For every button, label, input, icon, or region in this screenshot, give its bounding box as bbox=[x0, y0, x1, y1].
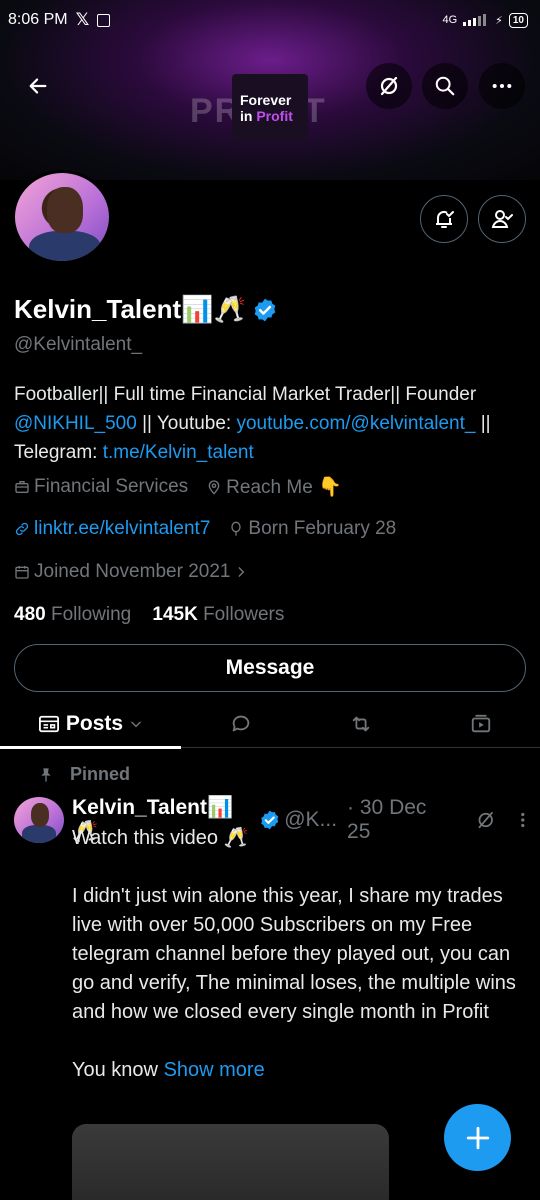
balloon-icon bbox=[231, 521, 242, 536]
banner-logo: Forever in Profit bbox=[232, 74, 308, 142]
followers-label: Followers bbox=[203, 604, 285, 625]
location-pin-icon bbox=[208, 480, 220, 495]
profile-stats: 480 Following 145K Followers bbox=[14, 604, 284, 626]
avatar-body-shape bbox=[29, 231, 101, 261]
more-options-button[interactable] bbox=[479, 63, 525, 109]
message-button[interactable]: Message bbox=[14, 644, 526, 692]
signal-icon bbox=[463, 14, 489, 26]
grok-button[interactable] bbox=[366, 63, 412, 109]
following-status-button[interactable] bbox=[478, 195, 526, 243]
media-icon bbox=[471, 714, 490, 732]
avatar-face-shape bbox=[47, 187, 83, 233]
person-check-icon bbox=[491, 210, 513, 228]
repost-icon bbox=[352, 716, 370, 731]
chevron-down-icon bbox=[131, 721, 141, 727]
banner-logo-in: in bbox=[240, 108, 253, 124]
following-link[interactable]: 480 Following bbox=[14, 604, 131, 625]
arrow-left-icon bbox=[29, 78, 47, 94]
bell-check-icon bbox=[436, 211, 454, 228]
bio-text-2: || Youtube: bbox=[136, 413, 237, 434]
post-avatar-face-shape bbox=[31, 803, 49, 827]
compose-post-button[interactable] bbox=[444, 1104, 511, 1171]
link-icon bbox=[15, 522, 29, 536]
post-text: Watch this video 🥂 I didn't just win alo… bbox=[72, 827, 516, 1081]
post-author-avatar[interactable] bbox=[14, 797, 64, 843]
plus-icon bbox=[466, 1126, 489, 1149]
tab-reposts[interactable] bbox=[301, 700, 421, 748]
bio-telegram-link[interactable]: t.me/Kelvin_talent bbox=[103, 442, 254, 463]
profile-joined-row[interactable]: Joined November 2021 bbox=[14, 561, 248, 583]
profile-handle: @Kelvintalent_ bbox=[14, 334, 143, 355]
profile-joined: Joined November 2021 bbox=[34, 561, 231, 582]
notification-icon bbox=[97, 13, 111, 27]
tab-posts-label: Posts bbox=[65, 711, 124, 735]
pinned-label: Pinned bbox=[70, 764, 131, 784]
tab-posts[interactable]: Posts bbox=[0, 700, 181, 749]
profile-location: Reach Me 👇 bbox=[226, 477, 342, 498]
bio-text-1: Footballer|| Full time Financial Market … bbox=[14, 384, 477, 405]
grok-icon bbox=[380, 76, 398, 96]
briefcase-icon bbox=[15, 481, 29, 493]
show-more-link[interactable]: Show more bbox=[164, 1059, 265, 1081]
search-icon bbox=[435, 76, 455, 96]
search-button[interactable] bbox=[422, 63, 468, 109]
banner-logo-profit: Profit bbox=[256, 108, 293, 124]
reply-bubble-icon bbox=[232, 715, 250, 731]
following-label: Following bbox=[50, 604, 132, 625]
following-count: 480 bbox=[14, 604, 46, 625]
bio-youtube-link[interactable]: youtube.com/@kelvintalent_ bbox=[236, 413, 475, 434]
profile-meta-row-2: linktr.ee/kelvintalent7 Born February 28 bbox=[14, 518, 396, 540]
followers-count: 145K bbox=[152, 604, 198, 625]
post-media-preview[interactable] bbox=[72, 1124, 389, 1200]
calendar-icon bbox=[15, 566, 29, 579]
charging-icon: ⚡ bbox=[495, 14, 503, 27]
banner-logo-line1: Forever bbox=[240, 92, 292, 108]
pinned-indicator: Pinned bbox=[38, 764, 130, 785]
more-horizontal-icon bbox=[492, 83, 512, 89]
status-bar: 8:06 PM 𝕏 4G ⚡ 10 bbox=[0, 0, 540, 40]
followers-link[interactable]: 145K Followers bbox=[152, 604, 284, 625]
profile-name: Kelvin_Talent📊🥂 bbox=[14, 294, 246, 324]
pin-icon bbox=[41, 767, 51, 782]
battery-level: 10 bbox=[508, 12, 528, 28]
profile-category: Financial Services bbox=[34, 476, 189, 497]
profile-website-link[interactable]: linktr.ee/kelvintalent7 bbox=[34, 518, 210, 540]
posts-icon bbox=[38, 715, 59, 732]
profile-name-row: Kelvin_Talent📊🥂 bbox=[14, 294, 278, 325]
bio-mention-link[interactable]: @NIKHIL_500 bbox=[14, 413, 137, 434]
x-app-icon: 𝕏 bbox=[75, 10, 90, 29]
tab-media[interactable] bbox=[421, 700, 540, 748]
post-body: Watch this video 🥂 I didn't just win alo… bbox=[72, 824, 522, 1085]
tab-replies[interactable] bbox=[181, 700, 301, 748]
chevron-right-icon bbox=[239, 567, 245, 577]
profile-tabs: Posts bbox=[0, 700, 540, 749]
profile-meta-row-1: Financial Services Reach Me 👇 bbox=[14, 475, 342, 499]
profile-bio: Footballer|| Full time Financial Market … bbox=[14, 380, 530, 467]
network-type: 4G bbox=[442, 14, 458, 26]
status-time: 8:06 PM bbox=[8, 11, 68, 28]
post-avatar-body-shape bbox=[22, 825, 56, 843]
profile-avatar[interactable] bbox=[12, 170, 112, 264]
profile-birthday: Born February 28 bbox=[248, 518, 397, 539]
back-button[interactable] bbox=[15, 63, 61, 109]
verified-badge-icon bbox=[254, 298, 276, 321]
notifications-bell-button[interactable] bbox=[420, 195, 468, 243]
